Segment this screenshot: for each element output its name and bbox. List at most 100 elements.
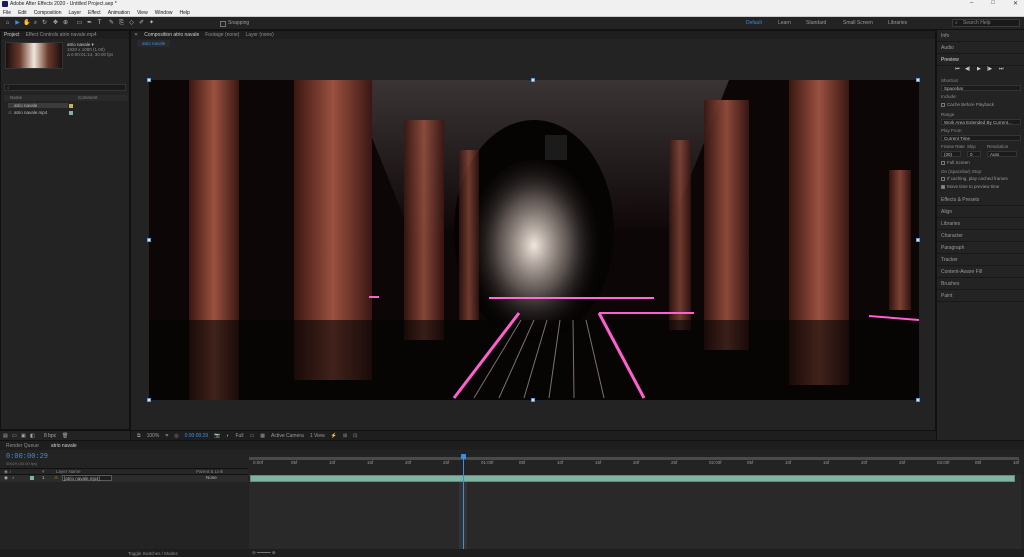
views-dropdown[interactable]: 1 View (310, 433, 325, 439)
play-icon[interactable]: ▶ (977, 66, 981, 72)
grid-icon[interactable]: ⌗ (165, 433, 168, 439)
clone-stamp-tool-icon[interactable]: ⎘ (118, 19, 125, 27)
section-align[interactable]: Align (937, 206, 1024, 218)
cache-before-playback-checkbox[interactable]: Cache Before Playback (941, 102, 994, 107)
mask-visibility-icon[interactable]: ◎ (174, 433, 178, 439)
tab-layer[interactable]: Layer (none) (245, 32, 273, 38)
orbit-tool-icon[interactable]: ↻ (41, 19, 48, 27)
transform-handle[interactable] (531, 78, 535, 82)
section-audio[interactable]: Audio (937, 42, 1024, 54)
tab-composition[interactable]: Composition atrio navale (144, 32, 199, 38)
bpc-label[interactable]: 8 bpc (44, 433, 56, 439)
transform-handle[interactable] (916, 398, 920, 402)
flowchart-icon[interactable]: ⊡ (353, 433, 357, 439)
roto-brush-tool-icon[interactable]: ✐ (138, 19, 145, 27)
close-tab-icon[interactable]: ✕ (134, 32, 138, 38)
menu-layer[interactable]: Layer (68, 10, 81, 16)
eraser-tool-icon[interactable]: ◇ (128, 19, 135, 27)
resolution-dropdown[interactable]: Full (235, 433, 243, 439)
timeline-current-time[interactable]: 0:00:00:29 (6, 453, 48, 461)
section-paragraph[interactable]: Paragraph (937, 242, 1024, 254)
playhead-line[interactable] (463, 455, 464, 555)
menu-window[interactable]: Window (155, 10, 173, 16)
menu-file[interactable]: File (3, 10, 11, 16)
zoom-slider[interactable]: ⊖ ━━━━━ ⊕ (252, 550, 276, 556)
menu-view[interactable]: View (137, 10, 148, 16)
close-icon[interactable]: ✕ (1013, 0, 1018, 7)
time-ruler[interactable]: 0:00f 05f 10f 15f 20f 25f 01:00f 05f 10f 15f 20f 25… (249, 453, 1021, 475)
if-caching-checkbox[interactable]: If caching, play cached frames (941, 176, 1008, 181)
toggle-switches-modes[interactable]: Toggle Switches / Modes (128, 551, 178, 556)
section-info[interactable]: Info (937, 30, 1024, 42)
shortcut-select[interactable]: Spacebar (941, 85, 1021, 91)
resolution-select[interactable]: Auto (987, 151, 1017, 157)
layer-row[interactable]: ◉ ♪ 1 ⚠ [atrio navale.mp4] None (0, 475, 248, 482)
region-of-interest-icon[interactable]: ▭ (250, 433, 255, 439)
snapping-checkbox[interactable] (220, 21, 226, 27)
brush-tool-icon[interactable]: ✎ (108, 19, 115, 27)
rectangle-tool-icon[interactable]: ▭ (76, 19, 83, 27)
composition-breadcrumb[interactable]: atrio navale (137, 40, 171, 47)
project-item-footage[interactable]: ⚠ atrio navale.mp4 (4, 110, 128, 116)
visibility-eye-icon[interactable]: ◉ (4, 475, 8, 481)
workspace-libraries[interactable]: Libraries (888, 20, 907, 26)
skip-input[interactable]: 0 (967, 151, 981, 157)
menu-animation[interactable]: Animation (108, 10, 130, 16)
label-color-swatch[interactable] (30, 476, 34, 480)
section-character[interactable]: Character (937, 230, 1024, 242)
layer-clip-bar[interactable] (250, 475, 1015, 482)
audio-icon[interactable]: ♪ (12, 475, 14, 480)
parent-select[interactable]: None (206, 475, 217, 480)
interpret-footage-icon[interactable]: ▤ (3, 433, 8, 439)
new-composition-icon[interactable]: ▣ (21, 433, 26, 439)
anchor-tool-icon[interactable]: ⊕ (62, 19, 69, 27)
zoom-dropdown[interactable]: 100% (147, 433, 160, 439)
current-time-display[interactable]: 0:00:00:29 (185, 433, 209, 439)
transform-handle[interactable] (147, 238, 151, 242)
menu-composition[interactable]: Composition (34, 10, 62, 16)
composition-viewer[interactable] (149, 80, 919, 400)
hand-tool-icon[interactable]: ✋ (23, 19, 30, 27)
section-brushes[interactable]: Brushes (937, 278, 1024, 290)
section-content-aware-fill[interactable]: Content-Aware Fill (937, 266, 1024, 278)
menu-edit[interactable]: Edit (18, 10, 27, 16)
play-from-select[interactable]: Current Time (941, 135, 1021, 141)
tab-render-queue[interactable]: Render Queue (6, 443, 39, 449)
new-folder-icon[interactable]: ▭ (12, 433, 17, 439)
transparency-grid-icon[interactable]: ▦ (260, 433, 265, 439)
section-preview[interactable]: Preview (937, 54, 1024, 66)
puppet-tool-icon[interactable]: ✦ (148, 19, 155, 27)
full-screen-checkbox[interactable]: Full Screen (941, 160, 970, 165)
next-frame-icon[interactable]: |▶ (987, 66, 992, 72)
transform-handle[interactable] (531, 398, 535, 402)
camera-dropdown[interactable]: Active Camera (271, 433, 304, 439)
menu-help[interactable]: Help (179, 10, 189, 16)
pen-tool-icon[interactable]: ✒ (86, 19, 93, 27)
transform-handle[interactable] (147, 398, 151, 402)
section-tracker[interactable]: Tracker (937, 254, 1024, 266)
workspace-learn[interactable]: Learn (778, 20, 791, 26)
frame-rate-select[interactable]: (30) (941, 151, 961, 157)
minimize-icon[interactable]: – (970, 0, 973, 7)
tab-timeline-comp[interactable]: atrio navale (51, 443, 77, 449)
layer-name[interactable]: [atrio navale.mp4] (62, 475, 112, 481)
workspace-small-screen[interactable]: Small Screen (843, 20, 873, 26)
section-paint[interactable]: Paint (937, 290, 1024, 302)
workspace-default[interactable]: Default (746, 20, 762, 26)
transform-handle[interactable] (916, 78, 920, 82)
project-item-composition[interactable]: atrio navale (4, 103, 128, 109)
type-tool-icon[interactable]: T (96, 19, 103, 27)
column-comment[interactable]: Comment (78, 95, 98, 100)
project-search-input[interactable]: ⌕ (4, 84, 126, 91)
search-help-input[interactable]: ⌕ Search Help (952, 19, 1020, 27)
column-layer-name[interactable]: Layer Name (56, 469, 81, 474)
snapshot-icon[interactable]: 📷 (214, 433, 220, 439)
home-icon[interactable]: ⌂ (4, 19, 11, 27)
range-select[interactable]: Work Area Extended By Current... (941, 119, 1021, 125)
column-parent[interactable]: Parent & Link (196, 469, 223, 474)
selection-tool-icon[interactable]: ▶ (14, 19, 21, 27)
move-time-checkbox[interactable]: Move time to preview time (941, 184, 999, 189)
column-name[interactable]: Name (10, 95, 22, 100)
workspace-standard[interactable]: Standard (806, 20, 826, 26)
timeline-tracks[interactable]: 0:00f 05f 10f 15f 20f 25f 01:00f 05f 10f 15f 20f 25… (249, 453, 1021, 555)
